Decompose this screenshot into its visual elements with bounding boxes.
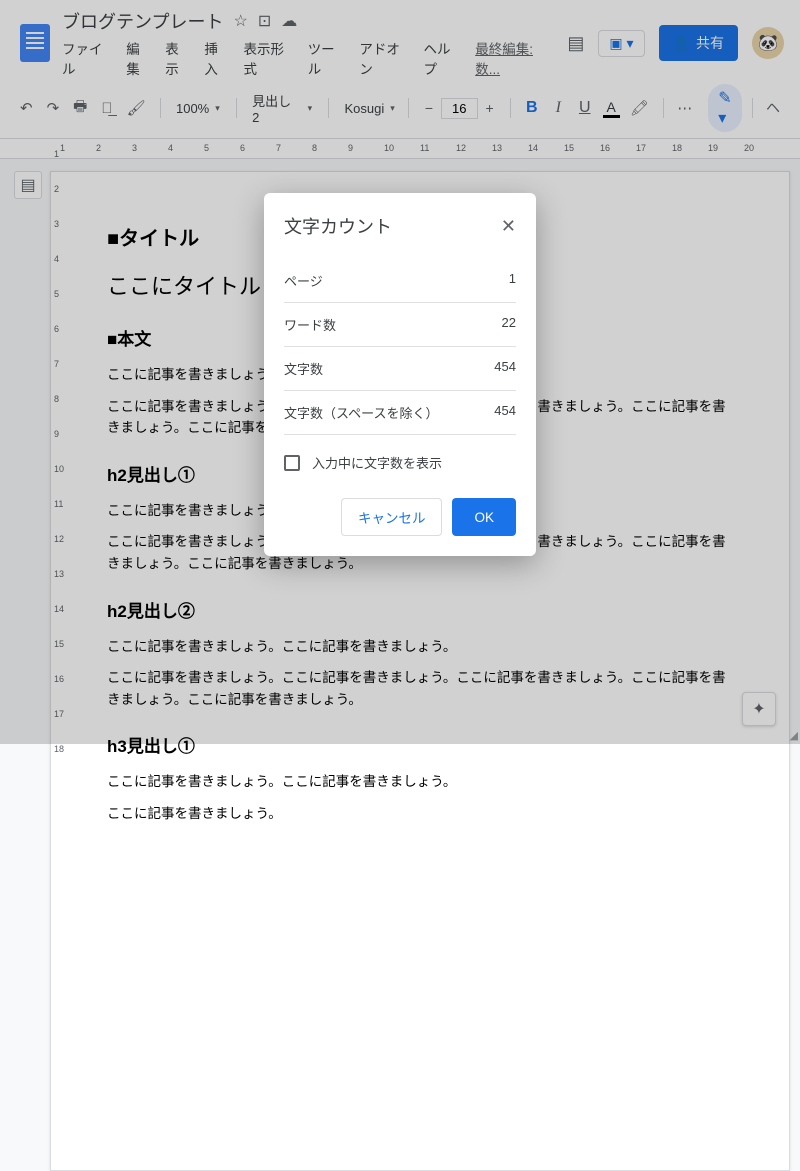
stat-row: ワード数 22: [284, 303, 516, 347]
stat-row: 文字数（スペースを除く） 454: [284, 391, 516, 435]
stat-label: 文字数: [284, 359, 323, 378]
dialog-title: 文字カウント: [284, 213, 392, 239]
close-icon[interactable]: ✕: [501, 216, 516, 237]
checkbox-label: 入力中に文字数を表示: [312, 453, 442, 472]
stat-value: 1: [509, 271, 516, 290]
cancel-button[interactable]: キャンセル: [341, 498, 443, 536]
stat-row: ページ 1: [284, 259, 516, 303]
stat-label: ページ: [284, 271, 323, 290]
ruler-mark: 18: [54, 744, 64, 754]
stat-value: 22: [502, 315, 516, 334]
ok-button[interactable]: OK: [452, 498, 516, 536]
body-paragraph[interactable]: ここに記事を書きましょう。ここに記事を書きましょう。: [107, 771, 733, 793]
body-paragraph[interactable]: ここに記事を書きましょう。: [107, 803, 733, 825]
show-count-checkbox[interactable]: [284, 455, 300, 471]
word-count-dialog: 文字カウント ✕ ページ 1 ワード数 22 文字数 454 文字数（スペースを除く） 454…: [264, 193, 536, 556]
stat-value: 454: [494, 359, 516, 378]
stat-row: 文字数 454: [284, 347, 516, 391]
stat-label: ワード数: [284, 315, 336, 334]
stat-value: 454: [494, 403, 516, 422]
stat-label: 文字数（スペースを除く）: [284, 403, 438, 422]
